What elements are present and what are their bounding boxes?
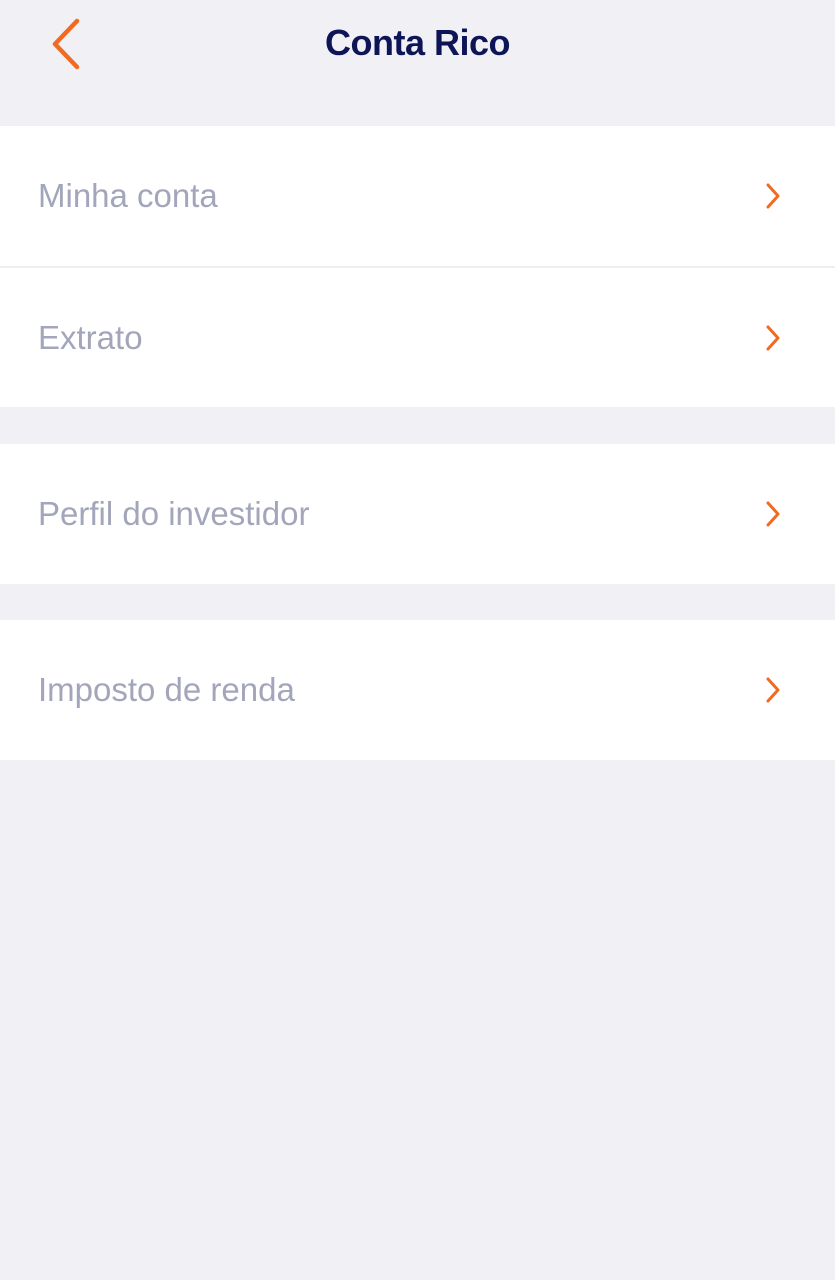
menu-item-imposto-renda[interactable]: Imposto de renda xyxy=(0,620,835,760)
chevron-right-icon xyxy=(763,675,783,705)
menu-group-account: Minha conta Extrato xyxy=(0,126,835,407)
chevron-right-icon xyxy=(763,499,783,529)
app-header: Conta Rico xyxy=(0,0,835,88)
menu-item-minha-conta[interactable]: Minha conta xyxy=(0,126,835,266)
chevron-right-icon xyxy=(763,181,783,211)
menu-item-extrato[interactable]: Extrato xyxy=(0,266,835,407)
menu-item-label: Perfil do investidor xyxy=(38,495,310,532)
menu-item-perfil-investidor[interactable]: Perfil do investidor xyxy=(0,444,835,584)
menu-item-label: Minha conta xyxy=(38,177,218,214)
page-title: Conta Rico xyxy=(324,22,511,63)
menu-item-label: Imposto de renda xyxy=(38,671,295,708)
menu-group-tax: Imposto de renda xyxy=(0,620,835,760)
menu-group-profile: Perfil do investidor xyxy=(0,444,835,584)
chevron-right-icon xyxy=(763,323,783,353)
menu-item-label: Extrato xyxy=(38,318,143,356)
